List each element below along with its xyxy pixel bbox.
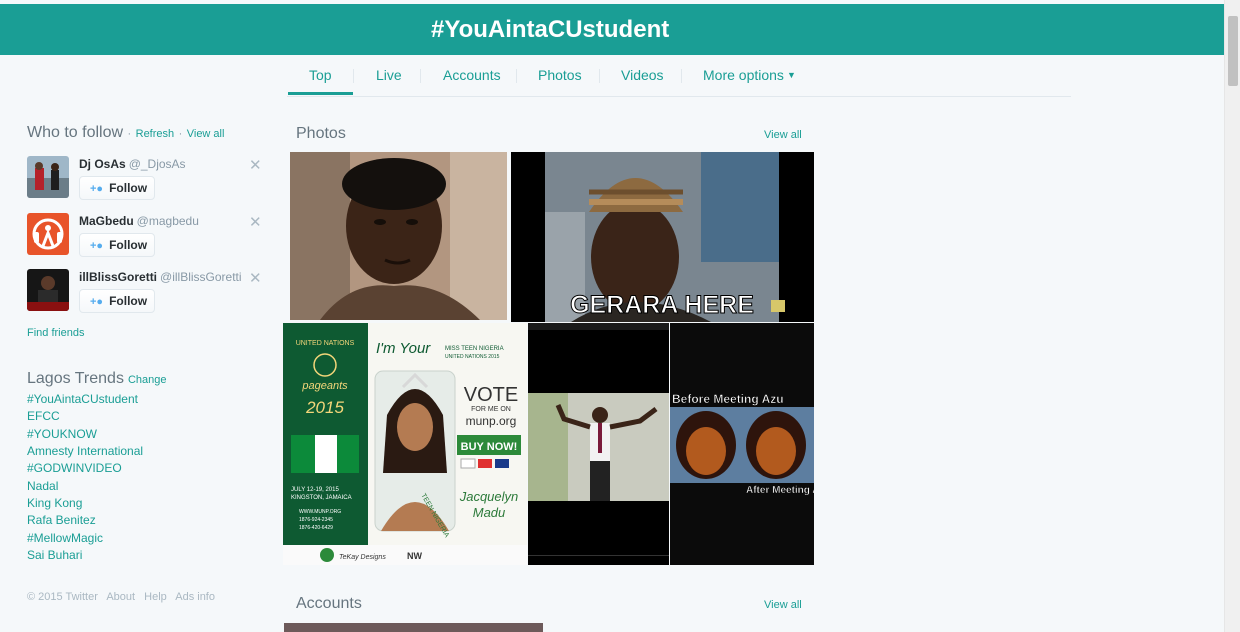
find-friends-link[interactable]: Find friends [27, 327, 84, 339]
footer: © 2015 Twitter About Help Ads info [27, 591, 221, 603]
poster-text: TeKay Designs [339, 554, 386, 561]
user-name[interactable]: MaGbedu [79, 214, 134, 228]
scrollbar-thumb[interactable] [1228, 16, 1238, 86]
accounts-view-all-link[interactable]: View all [764, 599, 802, 611]
meme-caption: Before Meeting Azu [672, 392, 784, 406]
trend-item[interactable]: #MellowMagic [27, 531, 103, 545]
chevron-down-icon: ▼ [786, 70, 796, 80]
tab-videos[interactable]: Videos [621, 67, 664, 83]
tab-photos[interactable]: Photos [538, 67, 582, 83]
who-to-follow-header: Who to follow · Refresh · View all [27, 124, 225, 141]
follow-button[interactable]: +● Follow [79, 233, 155, 257]
poster-text: 1876-420-6429 [299, 525, 333, 531]
trend-item[interactable]: Nadal [27, 479, 58, 493]
refresh-link[interactable]: Refresh [136, 128, 175, 140]
user-handle: @_DjosAs [128, 157, 186, 171]
accounts-section-title: Accounts [296, 595, 362, 612]
footer-copyright: © 2015 Twitter [27, 591, 98, 603]
who-to-follow-title: Who to follow [27, 124, 124, 141]
tab-divider [516, 69, 517, 83]
trends-title: Lagos Trends [27, 370, 124, 387]
search-header: #YouAintaCUstudent [0, 4, 1224, 55]
poster-text: 2015 [305, 398, 344, 417]
follow-button[interactable]: +● Follow [79, 289, 155, 313]
tab-divider [681, 69, 682, 83]
follow-person-icon: +● [90, 183, 104, 195]
meme-caption: After Meeting Azu [746, 485, 814, 496]
view-all-follow-link[interactable]: View all [187, 128, 225, 140]
photo-thumbnail[interactable]: Before Meeting Azu After Meeting Azu [670, 323, 814, 565]
poster-text: NW [407, 551, 422, 561]
user-handle: @illBlissGoretti [160, 270, 242, 284]
photos-section-title: Photos [296, 125, 346, 142]
tab-top[interactable]: Top [288, 67, 352, 95]
photo-thumbnail[interactable]: UNITED NATIONS pageants 2015 JULY 12-19,… [283, 323, 527, 565]
tab-divider [353, 69, 354, 83]
tab-divider [420, 69, 421, 83]
poster-text: UNITED NATIONS 2015 [445, 354, 500, 360]
footer-about-link[interactable]: About [106, 591, 135, 603]
trend-item[interactable]: Rafa Benitez [27, 513, 96, 527]
poster-text: VOTE [464, 384, 518, 406]
avatar[interactable] [27, 213, 69, 255]
user-handle: @magbedu [136, 214, 199, 228]
photo-thumbnail[interactable] [528, 323, 669, 565]
dismiss-icon[interactable]: ✕ [249, 213, 262, 231]
user-name[interactable]: Dj OsAs [79, 157, 126, 171]
tab-divider [599, 69, 600, 83]
poster-text: Jacquelyn [459, 489, 519, 504]
poster-text: munp.org [466, 414, 517, 428]
avatar[interactable] [27, 269, 69, 311]
poster-text: UNITED NATIONS [296, 340, 355, 347]
trend-item[interactable]: King Kong [27, 496, 82, 510]
change-trends-link[interactable]: Change [128, 374, 167, 386]
photo-thumbnail[interactable]: GERARA HERE [511, 152, 814, 322]
dismiss-icon[interactable]: ✕ [249, 269, 262, 287]
follow-label: Follow [109, 238, 148, 252]
dismiss-icon[interactable]: ✕ [249, 156, 262, 174]
suggested-user: MaGbedu @magbedu ✕ +● Follow [27, 213, 272, 263]
account-card-preview[interactable] [284, 623, 543, 632]
tab-accounts[interactable]: Accounts [443, 67, 501, 83]
poster-text: 1876-924-2345 [299, 517, 333, 523]
poster-text: KINGSTON, JAMAICA [291, 495, 352, 501]
poster-text: FOR ME ON [471, 406, 511, 413]
search-query-title: #YouAintaCUstudent [431, 16, 670, 43]
footer-help-link[interactable]: Help [144, 591, 167, 603]
follow-label: Follow [109, 181, 148, 195]
trend-item[interactable]: Amnesty International [27, 444, 143, 458]
poster-text: BUY NOW! [461, 441, 518, 453]
photo-thumbnail[interactable] [290, 152, 507, 320]
tab-more-options[interactable]: More options ▼ [703, 67, 796, 83]
trend-item[interactable]: Sai Buhari [27, 548, 82, 562]
poster-text: WWW.MUNP.ORG [299, 509, 341, 515]
poster-text: Madu [473, 505, 506, 520]
trend-item[interactable]: #YOUKNOW [27, 427, 97, 441]
poster-text: pageants [301, 380, 348, 392]
poster-text: JULY 12-19, 2015 [291, 487, 339, 493]
tab-live[interactable]: Live [376, 67, 402, 83]
trends-header: Lagos Trends Change [27, 370, 167, 388]
trend-item[interactable]: #YouAintaCUstudent [27, 392, 138, 406]
trend-item[interactable]: #GODWINVIDEO [27, 461, 122, 475]
user-name[interactable]: illBlissGoretti [79, 270, 157, 284]
avatar[interactable] [27, 156, 69, 198]
search-nav: Top Live Accounts Photos Videos More opt… [0, 55, 1224, 97]
follow-button[interactable]: +● Follow [79, 176, 155, 200]
poster-text: I'm Your [376, 340, 431, 357]
follow-person-icon: +● [90, 296, 104, 308]
more-options-label: More options [703, 67, 784, 83]
follow-label: Follow [109, 294, 148, 308]
poster-text: MISS TEEN NIGERIA [445, 346, 504, 352]
nav-divider [287, 96, 1071, 97]
suggested-user: Dj OsAs @_DjosAs ✕ +● Follow [27, 156, 272, 206]
meme-caption: GERARA HERE [570, 291, 754, 319]
trend-item[interactable]: EFCC [27, 409, 60, 423]
page-scrollbar[interactable] [1224, 0, 1240, 632]
follow-person-icon: +● [90, 240, 104, 252]
photos-view-all-link[interactable]: View all [764, 129, 802, 141]
suggested-user: illBlissGoretti @illBlissGoretti ✕ +● Foll… [27, 269, 272, 319]
footer-ads-info-link[interactable]: Ads info [175, 591, 215, 603]
